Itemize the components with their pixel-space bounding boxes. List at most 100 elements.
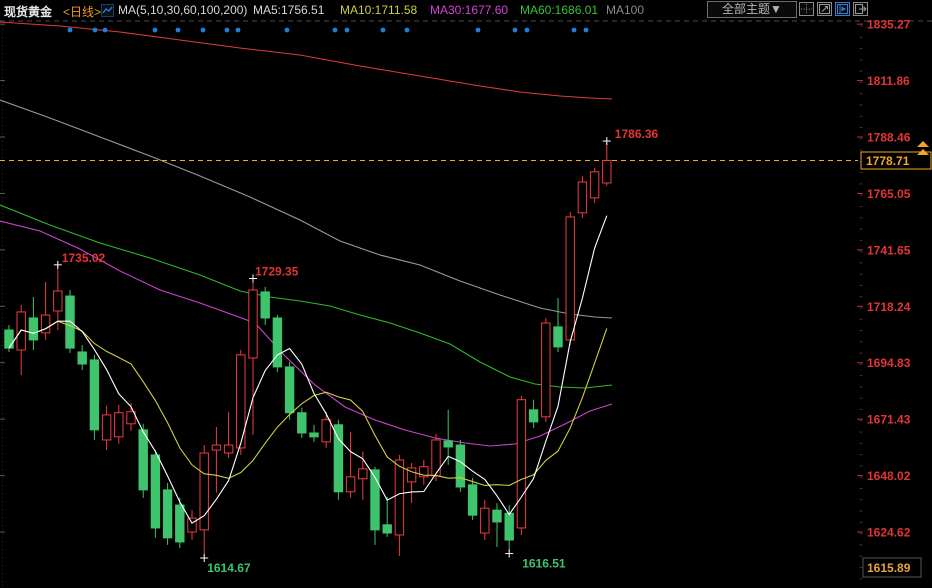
candle [383, 497, 391, 537]
candle [298, 408, 306, 438]
candle [29, 297, 37, 350]
candle [285, 362, 293, 420]
axis-label: 1788.46 [867, 130, 911, 144]
event-dot-icon[interactable] [333, 28, 338, 33]
ma5-value: MA5:1756.51 [253, 3, 324, 17]
ma30-value: MA30:1677.60 [430, 3, 508, 17]
pan-crosshair-icon[interactable] [799, 2, 814, 16]
event-dot-icon[interactable] [93, 28, 98, 33]
candle [310, 425, 318, 442]
candle [542, 318, 550, 422]
candle [395, 455, 403, 556]
candle [139, 424, 147, 498]
price-annotation: 1735.02 [62, 251, 106, 265]
candle [212, 427, 220, 493]
price-annotation: 1616.51 [522, 557, 566, 571]
candle [590, 168, 598, 203]
candle [78, 345, 86, 370]
event-dot-icon[interactable] [381, 28, 386, 33]
candle [529, 400, 537, 428]
candle [261, 287, 269, 325]
ma-group-label: MA(5,10,30,60,100,200) [118, 3, 247, 17]
axis-label: 1648.02 [867, 469, 911, 483]
event-dot-icon[interactable] [285, 28, 290, 33]
candle [566, 212, 574, 345]
up-arrow-icon [917, 141, 929, 147]
event-dot-icon[interactable] [476, 28, 481, 33]
event-dot-icon[interactable] [572, 28, 577, 33]
price-annotation: 1614.67 [207, 561, 251, 575]
candle [200, 445, 208, 556]
candle [407, 463, 415, 503]
candles [5, 142, 611, 556]
candle [115, 405, 123, 444]
kline-icon [101, 4, 114, 20]
event-dot-icon[interactable] [103, 28, 108, 33]
ma10-value: MA10:1711.58 [340, 3, 417, 17]
theme-dropdown[interactable]: 全部主题▼ [707, 1, 797, 18]
candle [505, 505, 513, 552]
axis-label: 1671.43 [867, 413, 911, 427]
axis-label: 1811.86 [867, 74, 910, 88]
candle [493, 503, 501, 547]
event-dot-icon[interactable] [225, 28, 230, 33]
price-axis: 1835.271811.861788.461765.051741.651718.… [861, 18, 931, 577]
event-dot-icon[interactable] [68, 28, 73, 33]
event-dot-icon[interactable] [201, 28, 206, 33]
axis-label: 1624.62 [867, 526, 911, 540]
event-dot-icon[interactable] [345, 28, 350, 33]
candle [468, 478, 476, 520]
candle [224, 412, 232, 458]
candle [237, 350, 245, 455]
candle [273, 315, 281, 372]
event-dot-icon[interactable] [405, 28, 410, 33]
event-dot-icon[interactable] [176, 28, 181, 33]
candle [41, 282, 49, 340]
candle [188, 510, 196, 540]
event-dot-icon[interactable] [525, 28, 530, 33]
axis-label: 1741.65 [867, 243, 911, 257]
candle [249, 280, 257, 435]
grid [0, 21, 932, 588]
candle [603, 142, 611, 186]
candle [456, 440, 464, 492]
price-annotation: 1786.36 [615, 127, 659, 141]
chart-header: 现货黄金 <日线> MA(5,10,30,60,100,200) MA5:175… [0, 0, 932, 20]
ma100-label: MA100 [606, 3, 644, 17]
trading-app: 1735.021729.351786.361614.671616.511835.… [0, 0, 932, 588]
period-label[interactable]: <日线> [63, 3, 101, 20]
candle [17, 305, 25, 375]
candle [346, 432, 354, 498]
fit-frame-icon[interactable] [817, 2, 832, 16]
event-dot-icon[interactable] [153, 28, 158, 33]
candlestick-chart[interactable]: 1735.021729.351786.361614.671616.511835.… [0, 0, 932, 588]
event-dot-icon[interactable] [584, 28, 589, 33]
ma100-line [0, 100, 612, 318]
candle [420, 460, 428, 485]
event-dot-icon[interactable] [236, 28, 241, 33]
candle [151, 450, 159, 538]
candle [54, 266, 62, 330]
candle [517, 396, 525, 535]
axis-label: 1765.05 [867, 187, 911, 201]
axis-label: 1694.83 [867, 356, 911, 370]
ma200-line [0, 22, 612, 99]
shift-right-icon[interactable] [853, 2, 868, 16]
candle [176, 498, 184, 548]
symbol-name: 现货黄金 [4, 3, 52, 20]
current-price-value: 1778.71 [866, 154, 910, 168]
candle [578, 176, 586, 218]
price-annotation: 1729.35 [255, 265, 299, 279]
event-dot-icon[interactable] [513, 28, 518, 33]
ma60-value: MA60:1686.01 [520, 3, 598, 17]
event-dots [68, 28, 589, 33]
low-price-value: 1615.89 [867, 561, 911, 575]
axis-scale-icon[interactable] [835, 2, 850, 16]
candle [322, 412, 330, 448]
candle [481, 500, 489, 540]
candle [90, 355, 98, 440]
annotations: 1735.02 1729.35 1786.36 1614.67 1616.51 [54, 127, 659, 575]
candle [554, 298, 562, 352]
axis-label: 1718.24 [867, 300, 911, 314]
candle [163, 483, 171, 545]
